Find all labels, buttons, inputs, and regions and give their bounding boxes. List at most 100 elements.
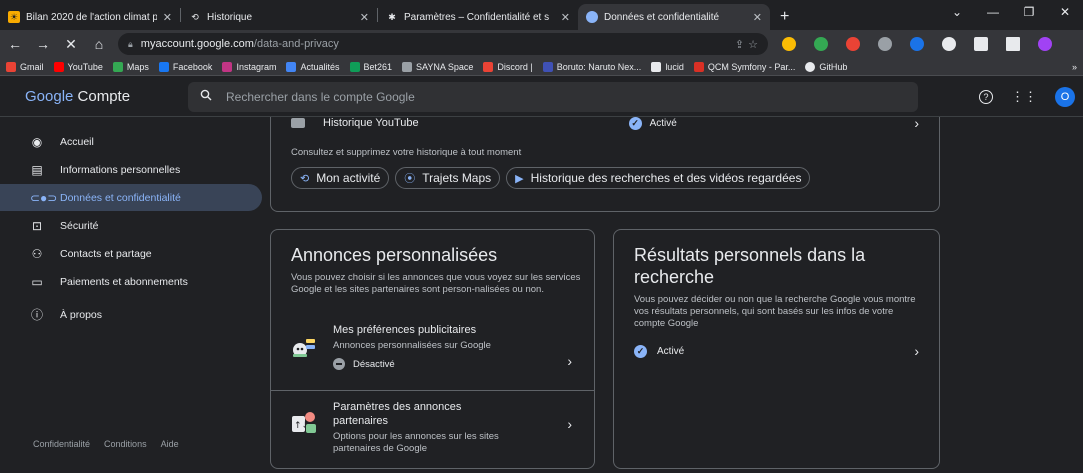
extension-icon[interactable] [814, 37, 828, 51]
new-tab-button[interactable]: + [770, 4, 799, 30]
home-button[interactable]: ⌂ [90, 36, 108, 52]
youtube-icon [291, 118, 305, 128]
google-account-logo[interactable]: Google Compte [0, 88, 188, 105]
extension-icon[interactable] [910, 37, 924, 51]
partner-ads-row[interactable]: ↑↓ Paramètres des annonces partenaires O… [271, 400, 594, 455]
bookmark-item[interactable]: Gmail [6, 61, 44, 72]
personalized-ads-card: Annonces personnalisées Vous pouvez choi… [270, 229, 595, 469]
terms-link[interactable]: Conditions [104, 439, 147, 449]
sidebar-item-informations[interactable]: ▤ Informations personnelles [0, 156, 262, 183]
extension-icon[interactable] [846, 37, 860, 51]
credit-card-icon: ▭ [31, 274, 43, 289]
bookmark-item[interactable]: YouTube [53, 61, 103, 72]
ad-preferences-icon [291, 335, 317, 361]
sidebar-item-contacts[interactable]: ⚇ Contacts et partage [0, 240, 262, 267]
bookmark-item[interactable]: Bet261 [349, 61, 393, 72]
close-icon[interactable]: ✕ [561, 11, 570, 24]
youtube-history-row[interactable]: Historique YouTube ✓ Activé › [291, 117, 919, 131]
tab-title: Bilan 2020 de l'action climat par [26, 11, 157, 23]
bookmark-item[interactable]: Discord | [483, 61, 533, 72]
restore-button[interactable]: ❐ [1011, 0, 1047, 24]
bookmark-item[interactable]: SAYNA Space [402, 61, 473, 72]
sidepanel-icon[interactable] [1006, 37, 1020, 51]
status-badge: ✓ Activé [628, 117, 677, 130]
more-bookmarks-icon[interactable]: » [1072, 62, 1077, 72]
forward-button[interactable]: → [34, 36, 52, 52]
url-host: myaccount.google.com [140, 38, 254, 50]
toggle-icon: ⊂●⊃ [30, 190, 58, 205]
profile-icon[interactable] [1038, 37, 1052, 51]
boruto-icon [542, 61, 553, 72]
stop-button[interactable]: ✕ [62, 36, 80, 53]
avatar[interactable]: O [1055, 86, 1075, 107]
account-search-bar[interactable]: Rechercher dans le compte Google [188, 81, 918, 112]
close-icon[interactable]: ✕ [163, 11, 172, 24]
close-icon[interactable]: ✕ [753, 11, 762, 24]
facebook-icon [158, 61, 169, 72]
browser-tab[interactable]: ☀ Bilan 2020 de l'action climat par ✕ [0, 4, 180, 30]
status-text: Activé [649, 117, 677, 129]
minimize-button[interactable]: — [975, 0, 1011, 24]
share-icon[interactable]: ⇪ [735, 38, 744, 51]
bookmark-label: Bet261 [363, 61, 393, 72]
github-icon [805, 61, 816, 72]
bookmark-label: lucid [665, 61, 684, 72]
extension-icon[interactable] [942, 37, 956, 51]
bookmark-item[interactable]: Maps [112, 61, 149, 72]
youtube-history-description: Consultez et supprimez votre historique … [291, 147, 522, 158]
id-card-icon: ▤ [31, 162, 43, 177]
discord-icon [483, 61, 494, 72]
bookmark-item[interactable]: Actualités [286, 61, 340, 72]
browser-tab[interactable]: ⟲ Historique ✕ [181, 4, 377, 30]
personal-results-status-row[interactable]: ✓ Activé › [634, 343, 919, 359]
sidebar-item-label: Contacts et partage [60, 247, 152, 260]
symfony-icon [693, 61, 704, 72]
personal-results-card: Résultats personnels dans la recherche V… [613, 229, 940, 469]
browser-tab-active[interactable]: Données et confidentialité ✕ [578, 4, 770, 30]
bookmark-item[interactable]: Facebook [158, 61, 212, 72]
chip-mon-activite[interactable]: ⟲ Mon activité [291, 167, 390, 189]
bookmark-label: YouTube [67, 61, 103, 72]
extension-icon[interactable] [878, 37, 892, 51]
card-title: Annonces personnalisées [291, 245, 498, 265]
sidebar-item-accueil[interactable]: ◉ Accueil [0, 128, 262, 155]
sidebar-footer: Confidentialité Conditions Aide [33, 439, 179, 449]
check-icon: ✓ [634, 344, 647, 358]
bookmark-item[interactable]: GitHub [805, 61, 847, 72]
youtube-history-card: Historique YouTube ✓ Activé › Consultez … [270, 117, 940, 212]
sidebar-item-donnees[interactable]: ⊂●⊃ Données et confidentialité [0, 184, 262, 211]
help-icon[interactable]: ? [979, 89, 993, 104]
chevron-right-icon[interactable]: › [914, 117, 919, 131]
chevron-right-icon[interactable]: › [567, 353, 572, 369]
sidebar-item-label: À propos [60, 308, 103, 321]
browser-tab[interactable]: ✱ Paramètres – Confidentialité et s ✕ [378, 4, 578, 30]
extension-icon[interactable] [782, 37, 796, 51]
bet-icon [349, 61, 360, 72]
chip-trajets-maps[interactable]: ⦿ Trajets Maps [395, 167, 501, 189]
back-button[interactable]: ← [6, 36, 24, 52]
puzzle-icon[interactable] [974, 37, 988, 51]
chevron-right-icon[interactable]: › [914, 343, 919, 359]
bookmark-item[interactable]: QCM Symfony - Par... [693, 61, 795, 72]
sidebar-item-paiements[interactable]: ▭ Paiements et abonnements [0, 268, 262, 295]
bookmark-item[interactable]: lucid [651, 61, 684, 72]
sidebar-item-apropos[interactable]: ⓘ À propos [0, 301, 262, 328]
privacy-link[interactable]: Confidentialité [33, 439, 90, 449]
sub-title: Mes préférences publicitaires [333, 324, 477, 336]
search-placeholder: Rechercher dans le compte Google [226, 89, 415, 104]
apps-grid-icon[interactable]: ⋮⋮ [1011, 89, 1037, 105]
youtube-icon: ▶ [515, 172, 524, 185]
sidebar-item-securite[interactable]: ⊡ Sécurité [0, 212, 262, 239]
chip-historique-youtube[interactable]: ▶ Historique des recherches et des vidéo… [506, 167, 811, 189]
close-icon[interactable]: ✕ [360, 11, 369, 24]
help-link[interactable]: Aide [161, 439, 179, 449]
bookmark-item[interactable]: Boruto: Naruto Nex... [542, 61, 641, 72]
star-icon[interactable]: ☆ [748, 38, 758, 51]
ad-preferences-row[interactable]: Mes préférences publicitaires Annonces p… [271, 323, 594, 370]
chevron-right-icon[interactable]: › [567, 416, 572, 432]
bookmark-item[interactable]: Instagram [222, 61, 276, 72]
chevron-down-icon[interactable]: ⌄ [939, 0, 975, 24]
sidebar-item-label: Informations personnelles [60, 163, 181, 176]
close-window-button[interactable]: ✕ [1047, 0, 1083, 24]
address-bar[interactable]: 🔒︎ myaccount.google.com/data-and-privacy… [118, 33, 768, 55]
